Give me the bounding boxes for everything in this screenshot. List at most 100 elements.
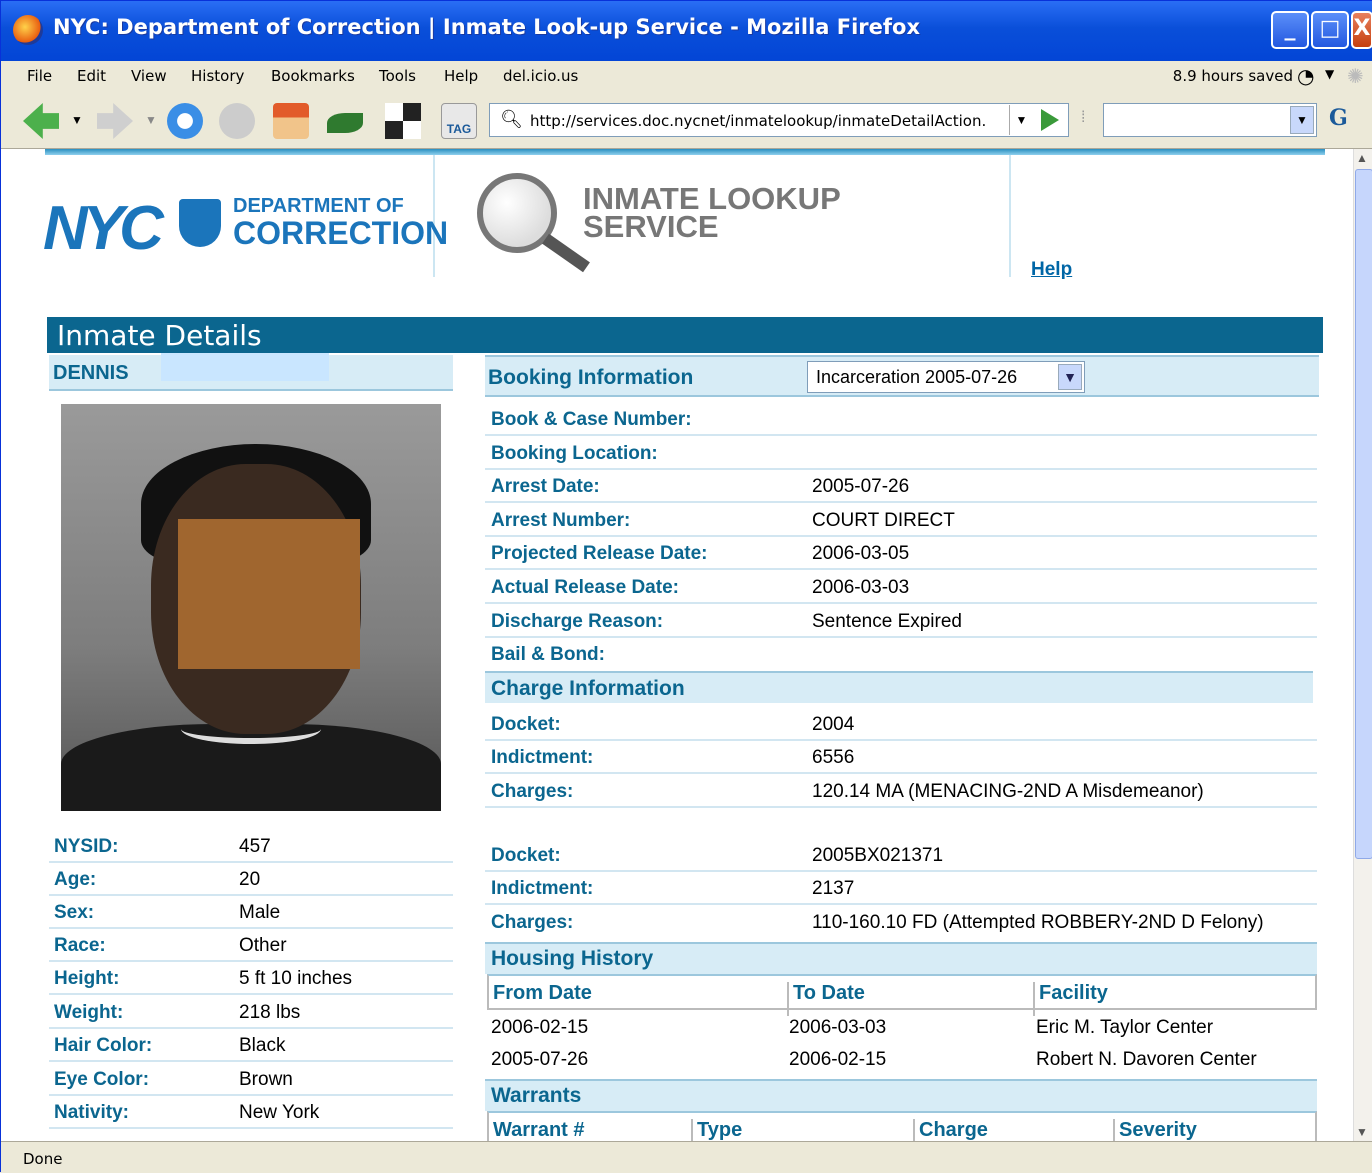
maximize-button[interactable]: □ [1311,11,1349,49]
chevron-down-icon[interactable]: ▼ [1058,364,1082,390]
detail-label: Nativity: [54,1102,129,1123]
menu-file[interactable]: File [27,67,52,85]
browser-window: NYC: Department of Correction | Inmate L… [0,0,1372,1173]
detail-label: Eye Color: [54,1069,150,1090]
booking-label: Actual Release Date: [491,577,679,598]
leaf-icon[interactable] [327,113,363,133]
help-link[interactable]: Help [1031,259,1072,281]
scroll-up-icon[interactable]: ▲ [1356,151,1368,165]
charge-value: 110-160.10 FD (Attempted ROBBERY-2ND D F… [812,912,1264,933]
minimize-button[interactable]: _ [1271,11,1309,49]
charge-value: 120.14 MA (MENACING-2ND A Misdemeanor) [812,781,1204,802]
charge-value: 2004 [812,714,855,735]
back-arrow-icon[interactable] [23,103,59,139]
detail-label: Age: [54,869,97,890]
column-header: Type [691,1119,742,1141]
booking-row: Discharge Reason: Sentence Expired [485,604,1317,638]
incarceration-select[interactable]: Incarceration 2005-07-26 ▼ [807,361,1085,393]
menu-view[interactable]: View [131,67,167,85]
table-row: 2005-07-26 2006-02-15 Robert N. Davoren … [487,1044,1317,1076]
booking-label: Projected Release Date: [491,543,708,564]
detail-value: Black [239,1035,286,1056]
header-divider [1009,155,1011,277]
service-title: INMATE LOOKUP SERVICE [583,183,841,242]
warrants-header: Warrants [485,1079,1317,1111]
search-dropdown-icon[interactable]: ▼ [1290,106,1314,134]
menu-history[interactable]: History [191,67,244,85]
detail-label: NYSID: [54,836,119,857]
status-text: Done [23,1150,63,1168]
nyc-logo: NYC [43,194,164,263]
reload-icon[interactable] [167,103,203,139]
booking-label: Arrest Number: [491,510,631,531]
booking-value: 2006-03-05 [812,543,910,564]
page-content: NYC DEPARTMENT OF CORRECTION INMATE LOOK… [1,149,1353,1141]
charge-header: Charge Information [485,671,1313,703]
search-input[interactable]: ▼ [1103,103,1317,137]
scroll-down-icon[interactable]: ▼ [1356,1125,1368,1139]
table-row: 2006-02-15 2006-03-03 Eric M. Taylor Cen… [487,1012,1317,1044]
charge-row: Indictment: 2137 [485,871,1317,905]
chevron-down-icon[interactable]: ▼ [1325,67,1334,81]
forward-arrow-icon[interactable] [97,103,133,139]
address-bar[interactable]: 🔍︎ http://services.doc.nycnet/inmatelook… [489,103,1069,137]
detail-row: Eye Color: Brown [49,1062,453,1096]
charge-value: 6556 [812,747,855,768]
menu-tools[interactable]: Tools [379,67,416,85]
detail-row: Hair Color: Black [49,1028,453,1062]
charge-label: Charges: [491,781,574,802]
url-dropdown-icon[interactable]: ▼ [1009,105,1033,135]
url-text: http://services.doc.nycnet/inmatelookup/… [530,112,987,130]
table-cell: 2006-02-15 [491,1017,589,1038]
booking-label: Arrest Date: [491,476,600,497]
booking-row: Projected Release Date: 2006-03-05 [485,536,1317,570]
go-icon[interactable] [1041,109,1059,131]
detail-label: Height: [54,968,120,989]
booking-row: Booking Location: [485,436,1317,470]
charge-label: Indictment: [491,878,594,899]
checkerboard-icon[interactable] [385,103,421,139]
menu-help[interactable]: Help [444,67,478,85]
booking-value: COURT DIRECT [812,510,955,531]
booking-value: 2005-07-26 [812,476,910,497]
detail-value: 218 lbs [239,1002,301,1023]
booking-row: Bail & Bond: [485,637,1317,671]
detail-label: Sex: [54,902,95,923]
activity-throbber-icon: ✺ [1347,64,1364,88]
charge-row: Docket: 2005BX021371 [485,838,1317,872]
booking-value: 2006-03-03 [812,577,910,598]
column-header: Facility [1033,982,1108,1016]
booking-label: Booking Location: [491,443,658,464]
detail-value: Other [239,935,287,956]
stop-icon[interactable] [219,103,255,139]
booking-row: Arrest Number: COURT DIRECT [485,503,1317,537]
header-stripe [45,149,1325,155]
scrollbar-thumb[interactable] [1355,169,1372,859]
detail-label: Hair Color: [54,1035,153,1056]
booking-label: Book & Case Number: [491,409,692,430]
forward-history-dropdown-icon[interactable]: ▼ [145,113,157,127]
housing-header: Housing History [485,942,1317,974]
home-icon[interactable] [273,103,309,139]
housing-table-header: From Date To Date Facility [487,974,1317,1016]
vertical-scrollbar[interactable]: ▲ ▼ [1353,149,1372,1141]
detail-value: 5 ft 10 inches [239,968,353,989]
close-button[interactable]: X [1351,11,1372,49]
toolbar-separator-icon: ⁞ [1081,109,1086,126]
menu-delicious[interactable]: del.icio.us [503,67,578,85]
detail-row: Nativity: New York [49,1095,453,1129]
menu-bookmarks[interactable]: Bookmarks [271,67,355,85]
dept-name-line2: CORRECTION [233,215,449,251]
charge-label: Docket: [491,714,561,735]
search-engine-icon[interactable]: G [1329,105,1348,131]
clock-icon[interactable]: ◔ [1297,64,1314,88]
menu-edit[interactable]: Edit [77,67,106,85]
detail-row: Sex: Male [49,895,453,929]
tag-button[interactable]: TAG [441,103,477,139]
back-history-dropdown-icon[interactable]: ▼ [71,113,83,127]
detail-value: 20 [239,869,261,890]
table-cell: Eric M. Taylor Center [1036,1017,1214,1038]
column-header: To Date [787,982,865,1016]
booking-value: Sentence Expired [812,611,962,632]
table-cell: Robert N. Davoren Center [1036,1049,1257,1070]
